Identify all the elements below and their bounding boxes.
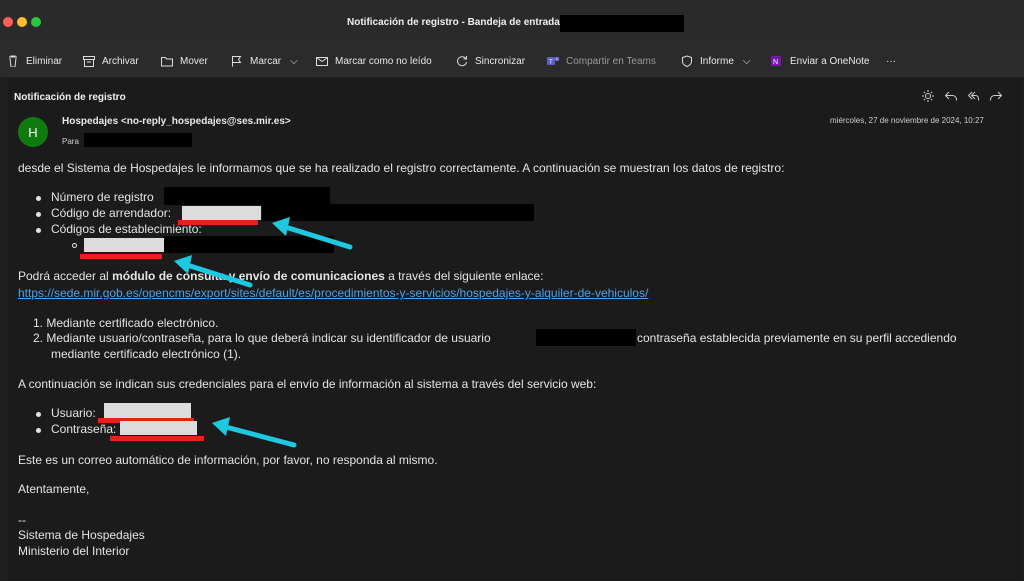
sub-bullet-marker [72,243,77,248]
archive-label: Archivar [102,55,139,67]
bullet-marker [36,196,41,201]
window-title: Notificación de registro - Bandeja de en… [347,17,567,28]
send-onenote-button[interactable]: N Enviar a OneNote [770,53,870,69]
option-user-password-end: mediante certificado electrónico (1). [51,347,242,361]
reply-all-icon[interactable] [966,89,980,103]
password-label: Contraseña: [51,422,117,436]
svg-text:N: N [773,59,778,66]
archive-button[interactable]: Archivar [82,53,139,69]
bullet-marker [36,212,41,217]
move-button[interactable]: Mover [160,53,208,69]
landlord-code-label: Código de arrendador: [51,206,172,220]
sun-icon[interactable] [921,89,935,103]
redaction-box [536,329,636,346]
sync-icon [457,56,467,67]
move-label: Mover [180,55,208,67]
sede-link[interactable]: https://sede.mir.gob.es/opencms/export/s… [18,286,648,300]
signature-line-2: Ministerio del Interior [18,544,130,558]
access-text-pre: Podrá acceder al [18,269,113,283]
mark-unread-label: Marcar como no leído [335,55,432,67]
minimize-window-button[interactable] [17,17,27,27]
signature-separator: -- [18,513,26,527]
redaction-underline [110,436,204,441]
option-user-password: 2. Mediante usuario/contraseña, para lo … [33,331,491,345]
send-onenote-label: Enviar a OneNote [790,55,870,67]
redaction-box [84,133,192,147]
report-label: Informe [700,55,734,67]
access-sentence: Podrá acceder al módulo de consulta y en… [18,269,544,283]
signature-line-1: Sistema de Hospedajes [18,528,145,542]
redaction-box [104,403,191,418]
teams-icon: T [547,57,559,66]
more-options-button[interactable]: ··· [886,53,896,69]
report-button[interactable]: Informe ⌵ [680,53,751,69]
flag-button[interactable]: Marcar ⌵ [230,53,298,69]
option-user-password-cont: contraseña establecida previamente en su… [637,331,957,345]
sender-avatar: H [18,117,48,147]
forward-icon[interactable] [989,89,1003,103]
delete-button[interactable]: Eliminar [6,53,62,69]
user-label: Usuario: [51,406,96,420]
window-titlebar: Notificación de registro - Bandeja de en… [0,0,1024,42]
move-folder-icon [161,57,173,67]
redaction-box [182,206,261,220]
svg-text:T: T [549,60,553,66]
onenote-icon: N [771,56,781,66]
archive-icon [83,56,95,67]
sync-button[interactable]: Sincronizar [455,53,525,69]
redaction-box [164,187,330,205]
registration-number-label: Número de registro [51,190,154,204]
annotation-arrow [174,255,253,288]
sync-label: Sincronizar [475,55,526,67]
chevron-down-icon[interactable]: ⌵ [290,56,298,67]
flag-icon [232,56,242,67]
establishment-codes-label: Códigos de establecimiento: [51,222,202,236]
redaction-box [560,15,684,32]
more-options-label: ··· [886,55,896,67]
mark-unread-button[interactable]: Marcar como no leído [315,53,432,69]
trash-icon [9,55,17,67]
redaction-underline [80,254,162,259]
bullet-marker [36,428,41,433]
intro-text: desde el Sistema de Hospedajes le inform… [18,161,785,175]
access-text-post: a través del siguiente enlace: [384,269,544,283]
share-teams-label: Compartir en Teams [566,55,656,67]
message-date: miércoles, 27 de noviembre de 2024, 10:2… [830,116,984,125]
share-teams-button[interactable]: T Compartir en Teams [546,53,656,69]
option-certificate: 1. Mediante certificado electrónico. [33,316,219,330]
chevron-down-icon[interactable]: ⌵ [743,56,751,67]
close-window-button[interactable] [3,17,13,27]
delete-label: Eliminar [26,55,63,67]
closing: Atentamente, [18,482,90,496]
bullet-marker [36,412,41,417]
redaction-box [84,238,164,252]
zoom-window-button[interactable] [31,17,41,27]
bullet-marker [36,228,41,233]
reply-icon[interactable] [944,89,958,103]
sender-address[interactable]: Hospedajes <no-reply_hospedajes@ses.mir.… [62,116,291,127]
annotation-arrow [212,417,297,448]
to-label: Para [62,137,79,146]
flag-label: Marcar [250,55,282,67]
credentials-intro: A continuación se indican sus credencial… [18,377,597,391]
message-toolbar: Eliminar Archivar Mover Marcar ⌵ Marcar … [0,42,1024,78]
shield-icon [682,55,692,67]
redaction-box [120,421,197,435]
message-subject: Notificación de registro [14,92,126,103]
annotation-arrow [272,217,353,250]
envelope-icon [316,57,328,66]
auto-notice: Este es un correo automático de informac… [18,453,438,467]
